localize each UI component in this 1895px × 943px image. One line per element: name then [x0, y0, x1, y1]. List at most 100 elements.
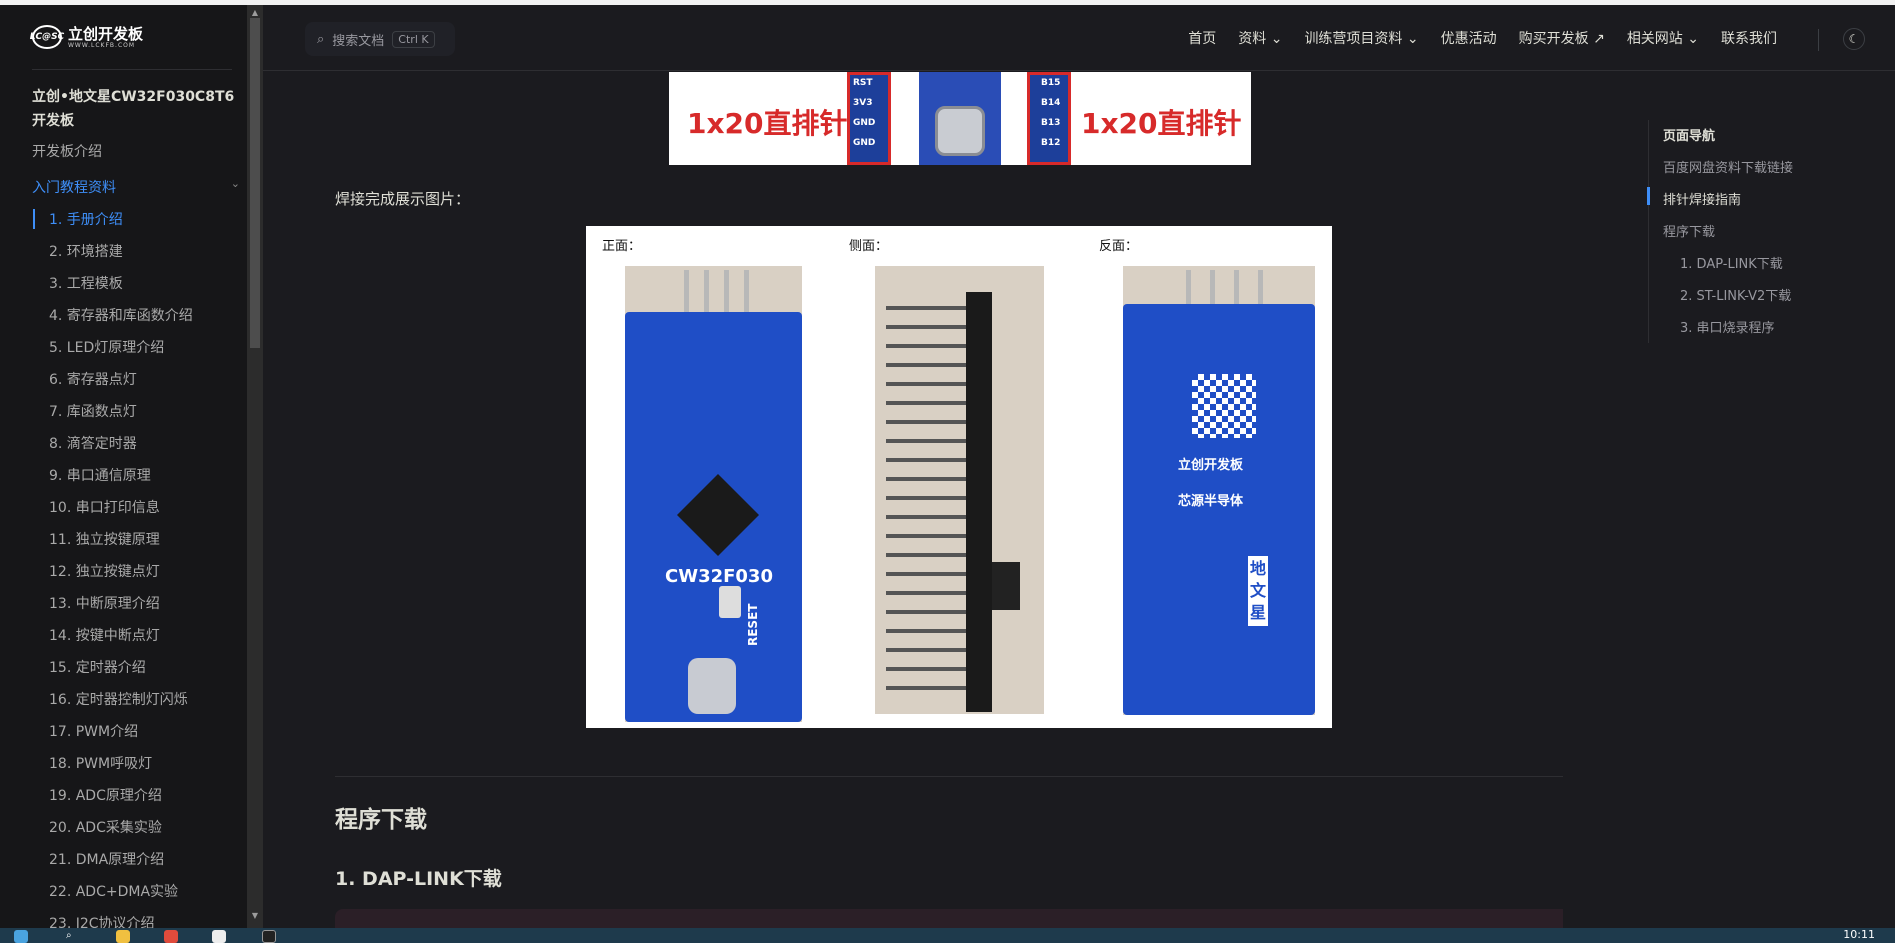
- header-pin: [1186, 270, 1191, 306]
- app-icon[interactable]: [212, 930, 226, 943]
- photo-label-front: 正面：: [602, 239, 642, 254]
- sidebar-item[interactable]: 8. 滴答定时器: [49, 433, 137, 453]
- sidebar-item[interactable]: 18. PWM呼吸灯: [49, 753, 152, 773]
- app-icon[interactable]: [262, 930, 276, 943]
- outline-item[interactable]: 程序下载: [1663, 221, 1715, 240]
- sidebar-item-intro[interactable]: 开发板介绍: [32, 142, 102, 162]
- scroll-up-arrow-icon[interactable]: ▲: [250, 8, 260, 18]
- nav-link-resources[interactable]: 资料 ⌄: [1238, 28, 1282, 48]
- qr-code-icon: [1192, 374, 1256, 438]
- chrome-icon[interactable]: [164, 930, 178, 943]
- sidebar-item[interactable]: 6. 寄存器点灯: [49, 369, 137, 389]
- side-board-edge: [966, 292, 992, 712]
- site-logo[interactable]: LC@SC 立创开发板 WWW.LCKFB.COM: [30, 24, 144, 49]
- code-block: [335, 909, 1563, 928]
- search-shortcut-badge: Ctrl K: [392, 30, 435, 48]
- outline-item[interactable]: 百度网盘资料下载链接: [1663, 157, 1793, 176]
- pin-text: B15: [1041, 78, 1061, 88]
- outline-rail: [1648, 120, 1649, 343]
- file-explorer-icon[interactable]: [116, 930, 130, 943]
- side-switch: [992, 562, 1020, 610]
- sidebar-item[interactable]: 16. 定时器控制灯闪烁: [49, 689, 188, 709]
- pin-text: GND: [853, 138, 876, 148]
- sidebar-item[interactable]: 2. 环境搭建: [49, 241, 123, 261]
- back-board: [1123, 304, 1315, 715]
- chevron-down-icon: ⌄: [230, 177, 240, 190]
- sidebar-item[interactable]: 1. 手册介绍: [49, 209, 123, 229]
- sidebar: LC@SC 立创开发板 WWW.LCKFB.COM 立创•地文星CW32F030…: [0, 5, 247, 928]
- sidebar-item[interactable]: 13. 中断原理介绍: [49, 593, 160, 613]
- sidebar-item[interactable]: 11. 独立按键原理: [49, 529, 160, 549]
- search-icon[interactable]: ⌕: [66, 930, 80, 943]
- header-pin: [1210, 270, 1215, 306]
- heading-program-download: 程序下载: [335, 807, 427, 833]
- heading-daplink: 1. DAP-LINK下载: [335, 868, 502, 890]
- clock-time[interactable]: 10:11: [1843, 928, 1875, 941]
- pin-text: B14: [1041, 98, 1061, 108]
- reset-button-icon: [719, 586, 741, 618]
- usb-c-port-icon: [688, 658, 736, 714]
- top-navbar: ⌕ 搜索文档 Ctrl K 首页 资料 ⌄ 训练营项目资料 ⌄ 优惠活动 购买开…: [263, 5, 1895, 71]
- reset-text: RESET: [746, 603, 760, 646]
- section-divider: [335, 776, 1563, 777]
- sidebar-item[interactable]: 7. 库函数点灯: [49, 401, 137, 421]
- sidebar-scrollbar-thumb[interactable]: [250, 18, 260, 348]
- pin-text: RST: [853, 78, 873, 88]
- sidebar-item[interactable]: 14. 按键中断点灯: [49, 625, 160, 645]
- sidebar-item[interactable]: 10. 串口打印信息: [49, 497, 160, 517]
- outline-item[interactable]: 1. DAP-LINK下载: [1680, 253, 1783, 272]
- sidebar-item[interactable]: 15. 定时器介绍: [49, 657, 146, 677]
- logo-subtext: WWW.LCKFB.COM: [68, 41, 136, 49]
- front-chip-text: CW32F030: [665, 566, 773, 587]
- sidebar-item[interactable]: 12. 独立按键点灯: [49, 561, 160, 581]
- nav-separator: [1818, 29, 1819, 51]
- outline-item[interactable]: 3. 串口烧录程序: [1680, 317, 1775, 336]
- search-button[interactable]: ⌕ 搜索文档 Ctrl K: [305, 22, 455, 56]
- usb-c-port-icon: [935, 106, 985, 156]
- nav-link-contact[interactable]: 联系我们: [1721, 28, 1777, 48]
- sidebar-board-title[interactable]: 立创•地文星CW32F030C8T6开发板: [32, 85, 242, 133]
- back-logo-text: 立创开发板: [1178, 458, 1244, 473]
- outline-item[interactable]: 排针焊接指南: [1663, 189, 1741, 208]
- search-icon: ⌕: [317, 31, 325, 47]
- main-content: 1x20直排针 1x20直排针 RST 3V3 GND GND B15 B14 …: [263, 72, 1563, 928]
- windows-start-icon[interactable]: [14, 930, 28, 943]
- logo-mark-icon: LC@SC: [30, 25, 64, 49]
- sidebar-item[interactable]: 21. DMA原理介绍: [49, 849, 164, 869]
- sidebar-item[interactable]: 17. PWM介绍: [49, 721, 138, 741]
- nav-link-buy[interactable]: 购买开发板 ↗: [1519, 28, 1605, 48]
- nav-link-home[interactable]: 首页: [1188, 28, 1216, 48]
- sidebar-item[interactable]: 22. ADC+DMA实验: [49, 881, 178, 901]
- sidebar-item[interactable]: 20. ADC采集实验: [49, 817, 162, 837]
- nav-link-training[interactable]: 训练营项目资料 ⌄: [1304, 28, 1418, 48]
- sidebar-item[interactable]: 5. LED灯原理介绍: [49, 337, 164, 357]
- search-placeholder: 搜索文档: [332, 33, 385, 49]
- sidebar-item[interactable]: 3. 工程模板: [49, 273, 123, 293]
- back-brand-text: 芯源半导体: [1178, 494, 1244, 509]
- sidebar-divider: [32, 69, 232, 70]
- theme-toggle-moon-icon[interactable]: ☾: [1843, 28, 1865, 50]
- back-name-text: 地文星: [1248, 556, 1268, 626]
- pin-text: 3V3: [853, 98, 873, 108]
- pin-label-right: 1x20直排针: [1081, 107, 1242, 140]
- active-indicator: [33, 209, 35, 229]
- outline-active-marker: [1647, 187, 1650, 205]
- nav-link-offers[interactable]: 优惠活动: [1441, 28, 1497, 48]
- sidebar-group-tutorials[interactable]: 入门教程资料 ⌄: [32, 177, 240, 197]
- logo-text: 立创开发板: [68, 24, 144, 43]
- scroll-down-arrow-icon[interactable]: ▼: [250, 911, 260, 921]
- sidebar-item[interactable]: 19. ADC原理介绍: [49, 785, 162, 805]
- header-pin: [724, 270, 729, 314]
- sidebar-item[interactable]: 4. 寄存器和库函数介绍: [49, 305, 193, 325]
- nav-link-related[interactable]: 相关网站 ⌄: [1627, 28, 1699, 48]
- pin-text: GND: [853, 118, 876, 128]
- sidebar-item[interactable]: 9. 串口通信原理: [49, 465, 151, 485]
- side-pins: [886, 306, 966, 696]
- sidebar-item[interactable]: 23. I2C协议介绍: [49, 913, 155, 928]
- photo-label-side: 侧面：: [849, 239, 889, 254]
- header-pin: [1258, 270, 1263, 306]
- header-pin: [1234, 270, 1239, 306]
- outline-item[interactable]: 2. ST-LINK-V2下载: [1680, 285, 1791, 304]
- pin-text: B12: [1041, 138, 1061, 148]
- pin-label-left: 1x20直排针: [687, 107, 848, 140]
